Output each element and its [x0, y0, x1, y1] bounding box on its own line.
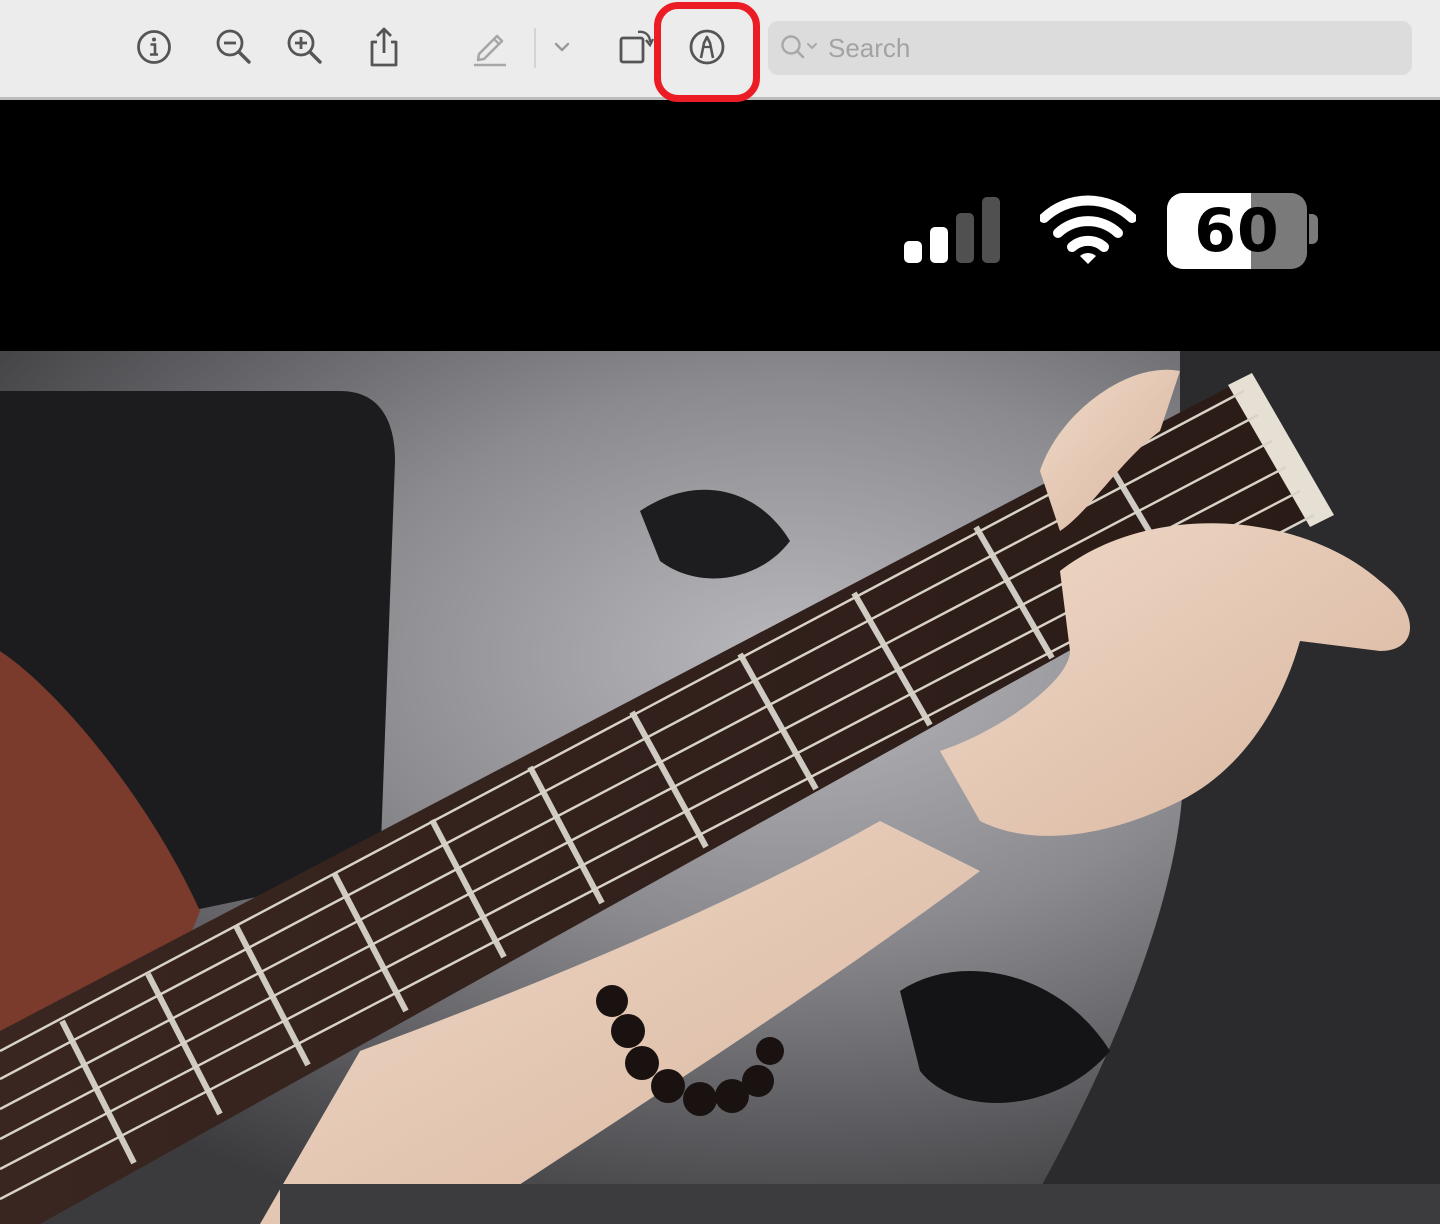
- pencil-icon: [474, 34, 506, 67]
- toolbar-separator: [534, 28, 536, 68]
- search-input[interactable]: [822, 26, 1388, 70]
- battery-cap: [1309, 214, 1318, 244]
- battery-percent-label: 60: [1194, 196, 1280, 266]
- search-field[interactable]: [768, 21, 1412, 75]
- info-button[interactable]: [131, 24, 177, 70]
- markup-toolbar-button[interactable]: [684, 24, 730, 70]
- cellular-signal-icon: [904, 197, 1000, 263]
- markup-pen-button[interactable]: [467, 24, 513, 70]
- battery-indicator: 60: [1167, 193, 1307, 269]
- zoom-in-button[interactable]: [282, 24, 328, 70]
- markup-pen-circle-icon: [689, 29, 725, 65]
- chevron-down-icon: [554, 42, 570, 52]
- zoom-in-icon: [287, 29, 322, 64]
- search-icon-button[interactable]: [776, 28, 822, 68]
- share-icon: [370, 27, 398, 67]
- preview-toolbar: [0, 0, 1440, 102]
- zoom-out-button[interactable]: [211, 24, 257, 70]
- search-icon: [781, 35, 817, 59]
- rotate-icon: [619, 30, 655, 64]
- wifi-icon: [1040, 195, 1136, 264]
- rotate-button[interactable]: [612, 24, 658, 70]
- share-button[interactable]: [361, 24, 407, 70]
- info-icon: [137, 30, 171, 64]
- photo-illustration: [0, 351, 1440, 1224]
- guitar-fretboard-photo: [0, 351, 1440, 1224]
- markup-dropdown-button[interactable]: [539, 24, 585, 70]
- zoom-out-icon: [216, 29, 251, 64]
